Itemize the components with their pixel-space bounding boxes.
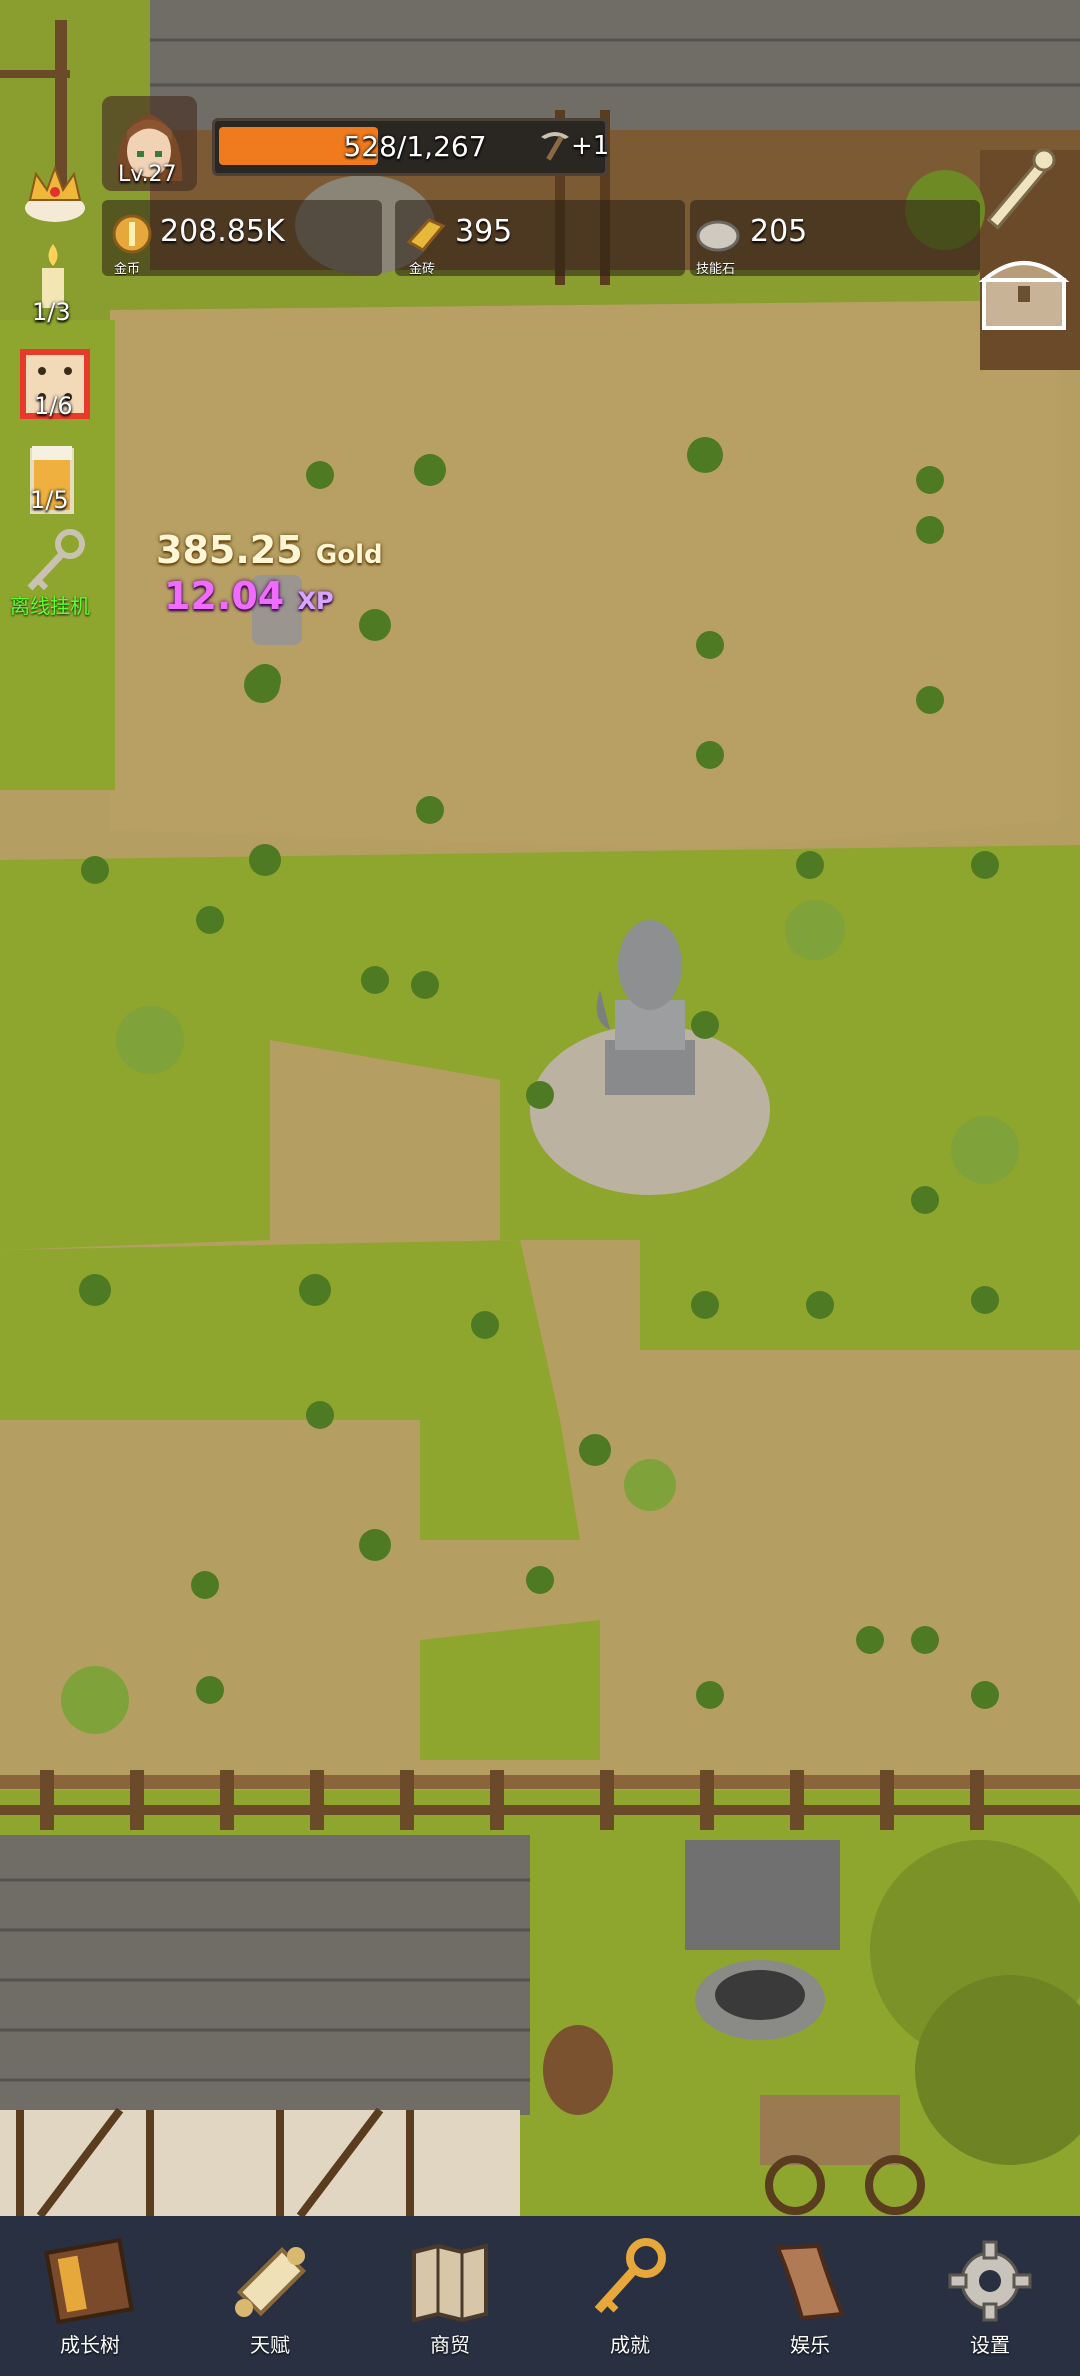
nav-label-talent: 天赋 xyxy=(250,2333,290,2357)
floating-gold-reward: 385.25 Gold xyxy=(156,528,383,572)
gold-brick-panel[interactable]: 395 金砖 xyxy=(395,200,685,277)
pickaxe-icon xyxy=(541,132,569,161)
nav-growth-tree[interactable]: 成长树 xyxy=(0,2216,180,2376)
scroll-icon xyxy=(235,2246,307,2317)
floating-gold-unit: Gold xyxy=(315,540,383,570)
nav-settings[interactable]: 设置 xyxy=(900,2216,1080,2376)
skill-stone-caption: 技能石 xyxy=(696,262,736,277)
nav-trade[interactable]: 商贸 xyxy=(360,2216,540,2376)
skill-stone-value: 205 xyxy=(750,214,808,249)
parchment-icon xyxy=(775,2243,845,2321)
floating-gold-amount: 385.25 xyxy=(156,528,303,572)
gold-brick-caption: 金砖 xyxy=(409,262,436,277)
floating-xp-unit: XP xyxy=(297,587,334,615)
treasure-chest-icon[interactable] xyxy=(978,250,1070,334)
offline-idle-label[interactable]: 离线挂机 xyxy=(10,590,90,619)
gold-coin-value: 208.85K xyxy=(160,214,285,249)
gold-coin-icon xyxy=(112,214,152,254)
skill-stone-panel[interactable]: 205 技能石 xyxy=(690,200,980,277)
book-icon xyxy=(44,2238,134,2324)
nav-label-entertainment: 娱乐 xyxy=(790,2333,830,2357)
beer-count: 1/5 xyxy=(30,486,69,514)
xp-max: 1,267 xyxy=(406,130,487,163)
gold-brick-icon xyxy=(406,218,446,252)
nav-label-achievement: 成就 xyxy=(610,2333,650,2357)
xp-separator: / xyxy=(396,130,407,163)
bone-icon[interactable] xyxy=(978,146,1058,236)
gear-icon xyxy=(948,2240,1032,2322)
nav-label-trade: 商贸 xyxy=(430,2333,470,2357)
dice-count: 1/6 xyxy=(34,392,73,420)
nav-label-settings: 设置 xyxy=(970,2333,1010,2357)
nav-entertainment[interactable]: 娱乐 xyxy=(720,2216,900,2376)
gold-brick-value: 395 xyxy=(455,214,513,249)
pickaxe-bonus: +1 xyxy=(571,131,610,161)
nav-label-growth-tree: 成长树 xyxy=(60,2333,120,2357)
gold-coin-caption: 金币 xyxy=(114,262,141,277)
bottom-nav: 成长树 天赋 商贸 成就 娱乐 设置 xyxy=(0,2216,1080,2376)
game-world[interactable] xyxy=(0,0,1080,2219)
crown-icon[interactable] xyxy=(20,160,90,230)
nav-achievement[interactable]: 成就 xyxy=(540,2216,720,2376)
xp-current: 528 xyxy=(343,130,397,163)
offline-key-icon[interactable] xyxy=(20,528,96,594)
gold-coin-panel[interactable]: 208.85K 金币 xyxy=(102,200,382,277)
nav-talent[interactable]: 天赋 xyxy=(180,2216,360,2376)
xp-bar: 528/1,267 +1 xyxy=(212,118,610,176)
key-icon xyxy=(594,2238,666,2314)
floating-xp-amount: 12.04 xyxy=(164,574,285,618)
player-level: Lv.27 xyxy=(118,162,177,187)
map-icon xyxy=(412,2243,488,2323)
candle-count: 1/3 xyxy=(32,298,71,326)
skill-stone-icon xyxy=(696,220,740,252)
floating-xp-reward: 12.04 XP xyxy=(164,574,334,618)
